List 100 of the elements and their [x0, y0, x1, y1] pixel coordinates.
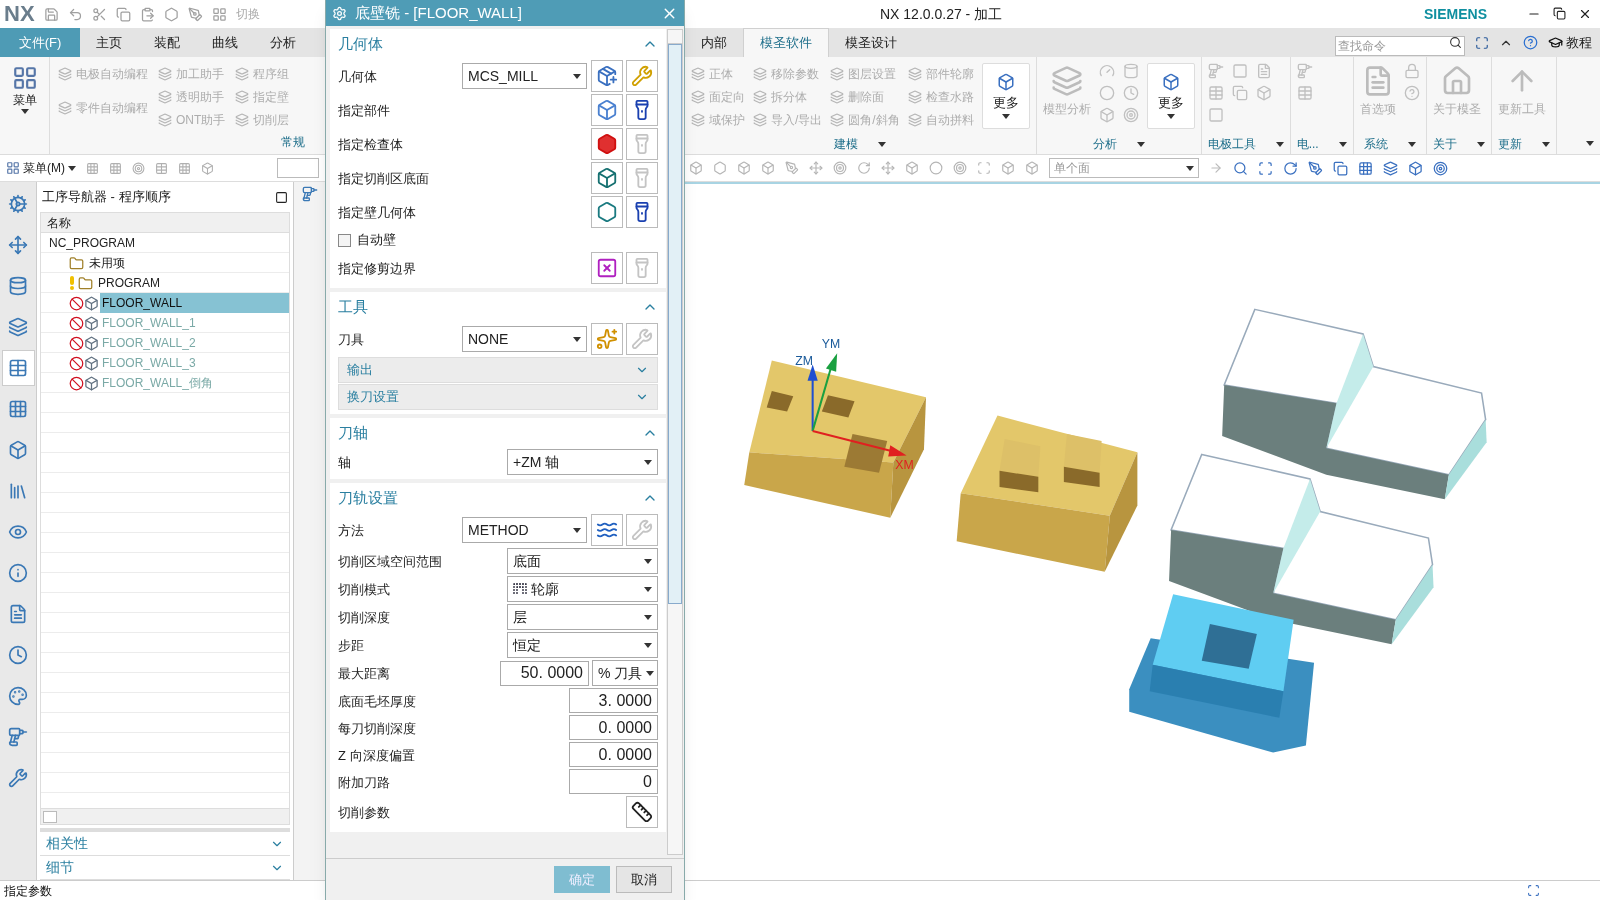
switch-window-label[interactable]: 切换 [235, 5, 260, 23]
collapsible-subsection[interactable]: 输出 [338, 357, 658, 383]
ribbon-tab[interactable]: 模圣设计 [829, 28, 913, 57]
toolbar-icon[interactable] [1025, 161, 1039, 175]
ribbon-tab[interactable]: 主页 [80, 28, 138, 57]
save-icon[interactable] [43, 6, 59, 22]
tree-item[interactable]: FLOOR_WALL_1 [100, 313, 198, 333]
section-header[interactable]: 几何体 [338, 29, 658, 59]
toolbar-icon[interactable] [833, 161, 847, 175]
tool-icon[interactable] [1296, 85, 1313, 101]
drill-icon[interactable] [301, 186, 318, 202]
paste-icon[interactable] [139, 6, 155, 22]
number-field[interactable]: 0. 0000 [569, 742, 658, 767]
dropdown[interactable]: METHOD [462, 517, 587, 543]
checkbox[interactable] [338, 233, 351, 247]
number-field[interactable]: 0. 0000 [569, 715, 658, 740]
toolbar-icon[interactable] [201, 161, 214, 175]
more-button[interactable]: 更多 [981, 63, 1030, 129]
view-tool-icon[interactable] [1233, 160, 1248, 176]
toolbar-icon[interactable] [905, 161, 919, 175]
toolbar-icon[interactable] [737, 161, 751, 175]
tool-icon[interactable] [1098, 107, 1115, 123]
tree-item[interactable]: FLOOR_WALL_倒角 [100, 373, 215, 393]
number-field[interactable]: 0 [569, 769, 658, 794]
hexagon-icon[interactable] [163, 6, 179, 22]
tool-icon[interactable] [1207, 63, 1224, 79]
tool-icon[interactable] [1098, 85, 1115, 101]
close-icon[interactable] [1578, 7, 1592, 21]
view-tool-icon[interactable] [1333, 160, 1348, 176]
restore-icon[interactable] [1553, 7, 1566, 20]
toolbar-icon[interactable] [689, 161, 703, 175]
file-menu-button[interactable]: 文件(F) [0, 28, 80, 57]
toolbar-field[interactable] [277, 158, 319, 178]
tree-item[interactable]: 未用项 [87, 253, 127, 273]
section-header[interactable]: 工具 [338, 292, 658, 322]
window-grid-icon[interactable] [211, 6, 227, 22]
model-view[interactable]: ZM YM XM [685, 184, 1600, 880]
toolbar-icon[interactable] [809, 161, 823, 175]
tool-icon[interactable] [1255, 63, 1272, 79]
tree-item[interactable]: PROGRAM [96, 273, 162, 293]
icon-button[interactable] [626, 94, 658, 126]
vertical-scrollbar[interactable] [667, 29, 683, 855]
dropdown[interactable]: 轮廓 [507, 576, 658, 602]
tool-icon[interactable] [1207, 107, 1224, 123]
horizontal-scrollbar[interactable] [41, 808, 289, 824]
toolbar-icon[interactable] [132, 161, 145, 175]
tree-item[interactable]: NC_PROGRAM [47, 233, 137, 253]
resource-tab[interactable] [1, 350, 35, 386]
tree-item[interactable]: FLOOR_WALL_2 [100, 333, 198, 353]
toolbar-icon[interactable] [155, 161, 168, 175]
tool-icon[interactable] [1098, 63, 1115, 79]
toolbar-icon[interactable] [86, 161, 99, 175]
toolbar-icon[interactable] [929, 161, 943, 175]
number-field[interactable]: 50. 0000 [500, 660, 589, 686]
selection-filter-dropdown[interactable]: 单个面 [1049, 158, 1199, 178]
tool-icon[interactable] [1231, 85, 1248, 101]
more-button[interactable]: 更多 [1146, 63, 1195, 129]
dropdown[interactable]: +ZM 轴 [507, 449, 658, 475]
view-tool-icon[interactable] [1283, 160, 1298, 176]
tool-icon[interactable] [1122, 107, 1139, 123]
dropdown[interactable]: % 刀具 [592, 660, 658, 686]
toolbar-icon[interactable] [953, 161, 967, 175]
section-header[interactable]: 刀轴 [338, 418, 658, 448]
icon-button[interactable] [626, 196, 658, 228]
ribbon-tab[interactable]: 内部 [685, 28, 743, 57]
ribbon-tab[interactable]: 模圣软件 [743, 28, 829, 57]
toolbar-icon[interactable] [713, 161, 727, 175]
tool-icon[interactable] [1403, 63, 1420, 79]
tool-icon[interactable] [1403, 85, 1420, 101]
copy-icon[interactable] [115, 6, 131, 22]
tool-icon[interactable] [1122, 85, 1139, 101]
toolbar-icon[interactable] [178, 161, 191, 175]
collapsible-section[interactable]: 相关性 [40, 832, 290, 856]
dropdown[interactable]: 层 [507, 604, 658, 630]
dropdown[interactable]: 恒定 [507, 632, 658, 658]
toolbar-icon[interactable] [109, 161, 122, 175]
dropdown[interactable]: 底面 [507, 548, 658, 574]
icon-button[interactable] [591, 514, 623, 546]
tool-icon[interactable] [1122, 63, 1139, 79]
number-field[interactable]: 3. 0000 [569, 688, 658, 713]
search-field[interactable]: 查找命令 [1335, 35, 1465, 56]
view-tool-icon[interactable] [1408, 160, 1423, 176]
pen-icon[interactable] [187, 6, 203, 22]
toolbar-icon[interactable] [1001, 161, 1015, 175]
view-tool-icon[interactable] [1383, 160, 1398, 176]
toolbar-icon[interactable] [881, 161, 895, 175]
cancel-button[interactable]: 取消 [616, 866, 672, 893]
full-screen-icon[interactable] [1475, 35, 1489, 50]
collapsible-subsection[interactable]: 换刀设置 [338, 384, 658, 410]
cut-icon[interactable] [91, 6, 107, 22]
icon-button[interactable] [626, 796, 658, 828]
help-icon[interactable] [1523, 35, 1538, 50]
maximize-icon[interactable] [275, 190, 288, 204]
view-tool-icon[interactable] [1308, 160, 1323, 176]
toolbar-icon[interactable] [785, 161, 799, 175]
tutorial-button[interactable]: 教程 [1548, 32, 1592, 53]
ribbon-tab[interactable]: 分析 [254, 28, 312, 57]
tree-item[interactable]: FLOOR_WALL [100, 293, 289, 313]
tree-item[interactable]: FLOOR_WALL_3 [100, 353, 198, 373]
section-header[interactable]: 刀轨设置 [338, 483, 658, 513]
